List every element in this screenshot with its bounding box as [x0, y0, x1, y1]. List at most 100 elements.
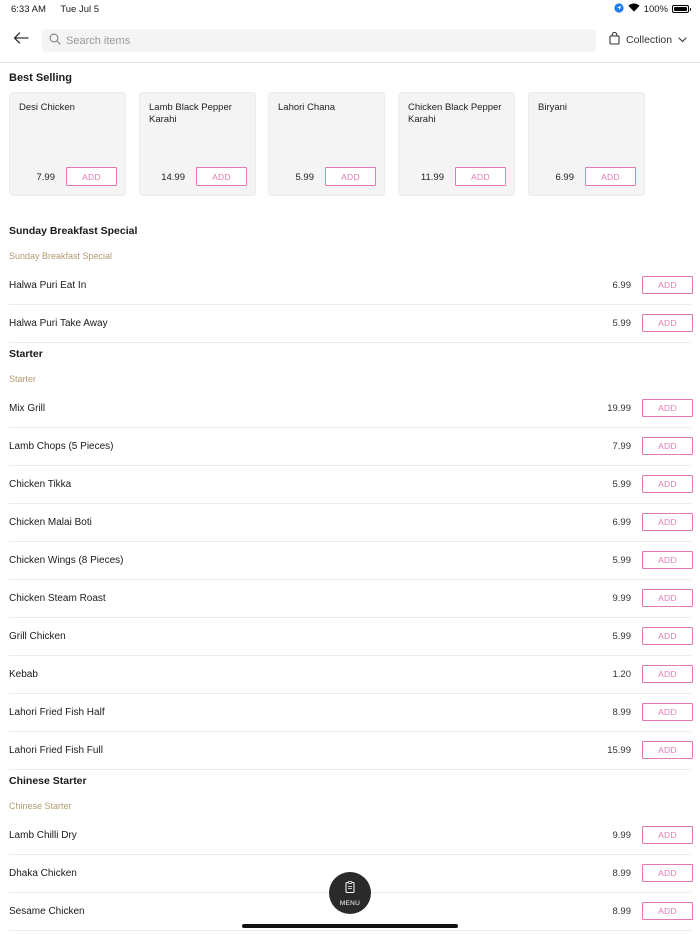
card-price: 14.99 — [161, 172, 185, 183]
status-left: 6:33 AM Tue Jul 5 — [11, 4, 111, 15]
add-button[interactable]: ADD — [642, 437, 693, 455]
card-name: Lahori Chana — [278, 102, 336, 113]
item-name: Mix Grill — [9, 403, 46, 414]
add-button[interactable]: ADD — [642, 314, 693, 332]
add-button[interactable]: ADD — [196, 167, 247, 186]
add-button[interactable]: ADD — [642, 627, 693, 645]
add-button[interactable]: ADD — [642, 703, 693, 721]
section-title: Sunday Breakfast Special — [9, 225, 138, 237]
item-name: Chicken Malai Boti — [9, 517, 92, 528]
item-name: Lamb Chops (5 Pieces) — [9, 441, 114, 452]
item-price: 19.99 — [607, 403, 631, 414]
add-button[interactable]: ADD — [642, 399, 693, 417]
card-price: 5.99 — [295, 172, 315, 183]
chevron-down-icon — [678, 34, 687, 46]
search-box[interactable] — [42, 29, 596, 52]
menu-item-row[interactable]: Halwa Puri Eat In 6.99 ADD — [0, 267, 700, 305]
menu-item-row[interactable]: Halwa Puri Take Away 5.99 ADD — [0, 305, 700, 343]
add-button[interactable]: ADD — [455, 167, 506, 186]
item-price: 8.99 — [612, 707, 632, 718]
best-selling-card[interactable]: Lahori Chana 5.99 ADD — [268, 92, 385, 196]
item-divider — [9, 769, 691, 770]
section-subtitle: Sunday Breakfast Special — [9, 251, 113, 261]
item-price: 5.99 — [612, 479, 632, 490]
item-price: 9.99 — [612, 830, 632, 841]
item-price: 8.99 — [612, 906, 632, 917]
add-button[interactable]: ADD — [642, 864, 693, 882]
card-name: Chicken Black Pepper Karahi — [408, 102, 502, 125]
item-name: Sesame Chicken — [9, 906, 85, 917]
menu-item-row[interactable]: Lamb Chilli Dry 9.99 ADD — [0, 817, 700, 855]
best-selling-card[interactable]: Lamb Black Pepper Karahi 14.99 ADD — [139, 92, 256, 196]
item-name: Chicken Steam Roast — [9, 593, 106, 604]
item-name: Lahori Fried Fish Half — [9, 707, 105, 718]
add-button[interactable]: ADD — [585, 167, 636, 186]
item-price: 6.99 — [612, 517, 632, 528]
card-name: Biryani — [538, 102, 568, 113]
card-name: Lamb Black Pepper Karahi — [149, 102, 232, 125]
shopping-bag-icon — [609, 31, 620, 48]
card-name: Desi Chicken — [19, 102, 75, 113]
item-name: Chicken Wings (8 Pieces) — [9, 555, 124, 566]
status-date: Tue Jul 5 — [60, 3, 100, 15]
section-subtitle: Starter — [9, 374, 37, 384]
item-name: Grill Chicken — [9, 631, 66, 642]
add-button[interactable]: ADD — [642, 589, 693, 607]
menu-button-label: MENU — [339, 899, 361, 907]
add-button[interactable]: ADD — [642, 276, 693, 294]
item-price: 1.20 — [612, 669, 632, 680]
search-icon — [49, 32, 61, 50]
clipboard-icon — [345, 880, 355, 898]
battery-percent: 100% — [643, 3, 668, 15]
home-indicator[interactable] — [242, 924, 458, 928]
menu-item-row[interactable]: Grill Chicken 5.99 ADD — [0, 618, 700, 656]
section-subtitle: Chinese Starter — [9, 801, 72, 811]
best-selling-title: Best Selling — [9, 72, 72, 84]
menu-item-row[interactable]: Lamb Chops (5 Pieces) 7.99 ADD — [0, 428, 700, 466]
item-name: Halwa Puri Take Away — [9, 318, 108, 329]
item-price: 6.99 — [612, 280, 632, 291]
menu-item-row[interactable]: Chicken Malai Boti 6.99 ADD — [0, 504, 700, 542]
add-button[interactable]: ADD — [66, 167, 117, 186]
menu-item-row[interactable]: Chicken Steam Roast 9.99 ADD — [0, 580, 700, 618]
back-button[interactable] — [12, 31, 30, 49]
section-title: Starter — [9, 348, 43, 360]
wifi-icon — [628, 3, 640, 15]
item-price: 5.99 — [612, 318, 632, 329]
best-selling-card[interactable]: Biryani 6.99 ADD — [528, 92, 645, 196]
best-selling-card[interactable]: Desi Chicken 7.99 ADD — [9, 92, 126, 196]
item-price: 9.99 — [612, 593, 632, 604]
collection-label: Collection — [626, 34, 673, 46]
add-button[interactable]: ADD — [642, 551, 693, 569]
menu-item-row[interactable]: Kebab 1.20 ADD — [0, 656, 700, 694]
menu-item-row[interactable]: Mix Grill 19.99 ADD — [0, 390, 700, 428]
item-divider — [9, 930, 691, 931]
menu-item-row[interactable]: Chicken Wings (8 Pieces) 5.99 ADD — [0, 542, 700, 580]
card-price: 6.99 — [555, 172, 575, 183]
best-selling-card[interactable]: Chicken Black Pepper Karahi 11.99 ADD — [398, 92, 515, 196]
item-name: Halwa Puri Eat In — [9, 280, 87, 291]
add-button[interactable]: ADD — [642, 741, 693, 759]
search-input[interactable] — [66, 34, 566, 47]
add-button[interactable]: ADD — [642, 513, 693, 531]
status-right: 100% — [614, 2, 691, 16]
card-price: 11.99 — [420, 172, 444, 183]
add-button[interactable]: ADD — [642, 665, 693, 683]
header-divider — [0, 62, 700, 63]
add-button[interactable]: ADD — [642, 475, 693, 493]
menu-item-row[interactable]: Lahori Fried Fish Full 15.99 ADD — [0, 732, 700, 770]
add-button[interactable]: ADD — [325, 167, 376, 186]
header: Collection — [0, 26, 700, 54]
item-divider — [9, 342, 691, 343]
item-price: 5.99 — [612, 631, 632, 642]
item-price: 15.99 — [607, 745, 631, 756]
add-button[interactable]: ADD — [642, 902, 693, 920]
add-button[interactable]: ADD — [642, 826, 693, 844]
item-name: Lamb Chilli Dry — [9, 830, 77, 841]
status-bar: 6:33 AM Tue Jul 5 100% — [0, 0, 700, 18]
menu-button[interactable]: MENU — [329, 872, 371, 914]
collection-dropdown[interactable]: Collection — [609, 30, 687, 50]
menu-item-row[interactable]: Lahori Fried Fish Half 8.99 ADD — [0, 694, 700, 732]
menu-item-row[interactable]: Chicken Tikka 5.99 ADD — [0, 466, 700, 504]
item-name: Lahori Fried Fish Full — [9, 745, 103, 756]
